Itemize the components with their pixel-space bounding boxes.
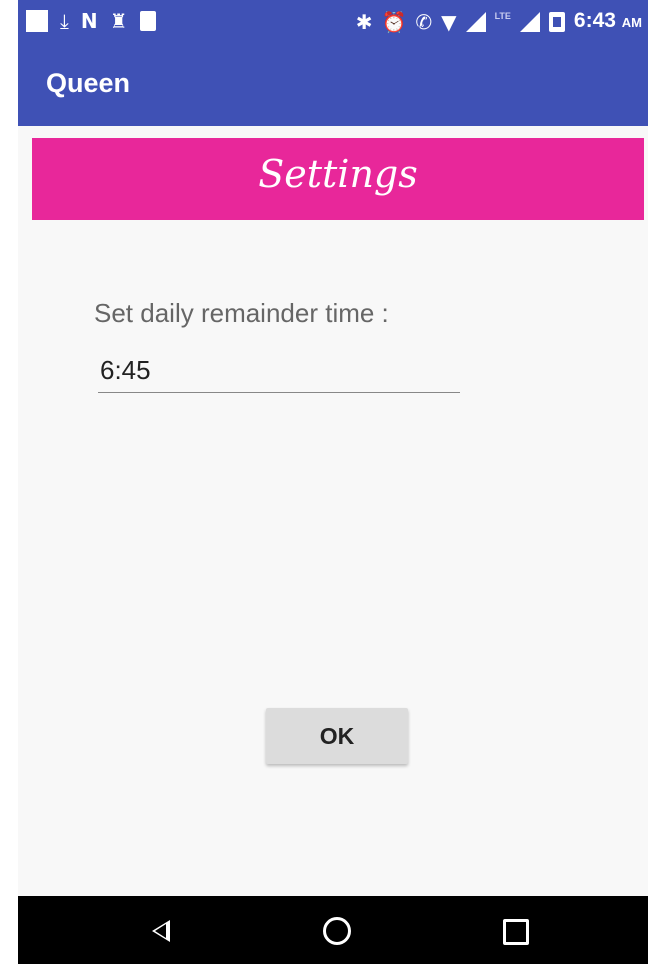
settings-banner: Settings bbox=[32, 138, 644, 220]
reminder-time-field[interactable] bbox=[98, 350, 460, 393]
bluetooth-icon: ✱ bbox=[355, 10, 373, 34]
signal-icon bbox=[465, 12, 486, 32]
wifi-icon: ▼ bbox=[441, 10, 457, 34]
status-bar-left: ⤓ N ♜ bbox=[26, 8, 156, 34]
reminder-time-label: Set daily remainder time : bbox=[94, 298, 389, 328]
status-bar: ⤓ N ♜ ✱ ⏰ ✆ ▼ LTE 6:43 AM bbox=[18, 0, 648, 44]
home-icon[interactable] bbox=[323, 917, 351, 945]
n-icon: N bbox=[80, 9, 98, 33]
app-screen: ⤓ N ♜ ✱ ⏰ ✆ ▼ LTE 6:43 AM Queen Settings… bbox=[18, 0, 648, 964]
download-icon: ⤓ bbox=[60, 9, 69, 33]
status-ampm: AM bbox=[621, 15, 642, 30]
notification-square-icon bbox=[26, 10, 48, 32]
battery-icon bbox=[548, 12, 565, 32]
signal-lte-icon bbox=[519, 12, 540, 32]
recents-icon[interactable] bbox=[503, 919, 529, 945]
wifi-call-icon: ✆ bbox=[415, 10, 433, 34]
sim-icon bbox=[139, 11, 156, 31]
ok-button[interactable]: OK bbox=[266, 708, 408, 764]
status-time: 6:43 AM bbox=[573, 9, 642, 32]
settings-banner-title: Settings bbox=[258, 152, 418, 196]
app-toolbar: Queen bbox=[18, 44, 648, 126]
back-icon[interactable] bbox=[152, 920, 170, 942]
alarm-icon: ⏰ bbox=[381, 10, 407, 34]
status-bar-right: ✱ ⏰ ✆ ▼ LTE 6:43 AM bbox=[356, 8, 642, 36]
lte-label: LTE bbox=[494, 11, 511, 21]
incognito-icon: ♜ bbox=[109, 9, 128, 33]
navigation-bar bbox=[18, 896, 648, 964]
app-title: Queen bbox=[46, 68, 131, 98]
